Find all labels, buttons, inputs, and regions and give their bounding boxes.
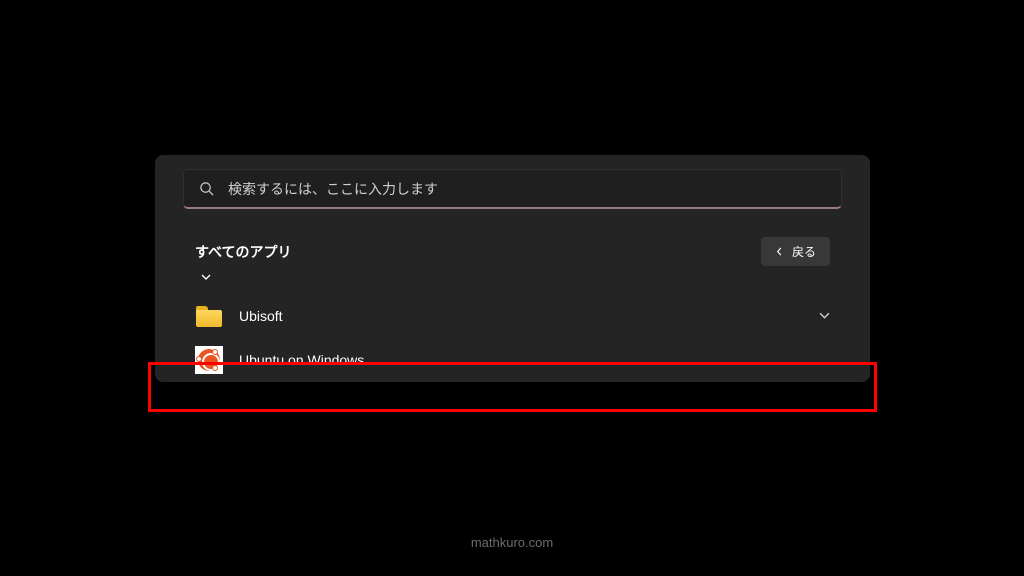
app-item-ubisoft[interactable]: Ubisoft	[155, 294, 870, 338]
folder-icon	[195, 302, 223, 330]
app-list: Ubisoft Ubuntu on Windows	[155, 294, 870, 382]
ubuntu-icon	[195, 346, 223, 374]
app-item-label: Ubisoft	[239, 308, 803, 324]
all-apps-title: すべてのアプリ	[195, 242, 291, 262]
chevron-left-icon	[775, 245, 784, 259]
search-box[interactable]	[183, 169, 842, 209]
start-menu-panel: すべてのアプリ 戻る Ubisoft	[155, 155, 870, 382]
app-item-label: Ubuntu on Windows	[239, 352, 830, 368]
back-button-label: 戻る	[792, 243, 816, 260]
chevron-down-icon	[819, 309, 830, 323]
back-button[interactable]: 戻る	[761, 237, 830, 266]
watermark: mathkuro.com	[0, 535, 1024, 550]
section-chevron-icon	[155, 274, 870, 286]
search-icon	[198, 181, 214, 197]
search-input[interactable]	[228, 181, 827, 197]
app-item-ubuntu[interactable]: Ubuntu on Windows	[155, 338, 870, 382]
all-apps-header: すべてのアプリ 戻る	[155, 209, 870, 272]
